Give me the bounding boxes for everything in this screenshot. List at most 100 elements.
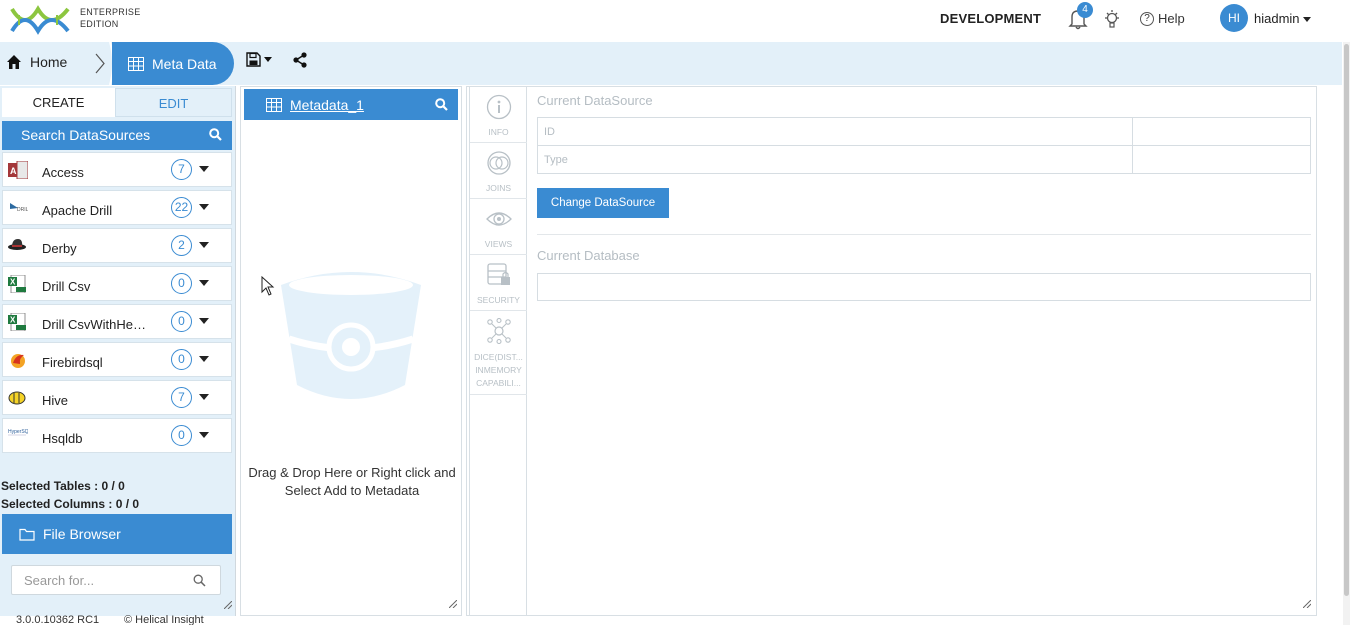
caret-down-icon[interactable] [199,280,209,286]
list-item[interactable]: A Access 7 [2,152,232,187]
search-icon[interactable] [209,128,222,141]
tab-edit[interactable]: EDIT [115,88,232,117]
resize-handle-icon[interactable] [449,600,457,608]
tab-dice-line-1: DICE(DIST... [474,352,523,362]
id-value [1132,117,1311,146]
edition-line-1: ENTERPRISE [80,7,141,17]
list-item[interactable]: X Drill Csv 0 [2,266,232,301]
caret-down-icon[interactable] [199,394,209,400]
caret-down-icon[interactable] [199,166,209,172]
lock-icon [487,263,510,285]
resize-handle-icon[interactable] [224,601,232,609]
network-icon [487,318,511,344]
datasource-count: 0 [171,425,192,446]
save-button[interactable] [246,52,272,67]
table-icon [266,97,282,112]
tab-security[interactable]: SECURITY [470,255,527,311]
search-icon[interactable] [193,574,206,587]
tab-create[interactable]: CREATE [2,88,115,117]
tab-security-label: SECURITY [477,295,520,305]
datasource-name: Access [42,165,84,180]
breadcrumb-meta-data[interactable]: Meta Data [112,42,234,85]
helical-logo[interactable] [10,5,70,35]
help-link[interactable]: ? Help [1140,11,1185,26]
tab-info[interactable]: INFO [470,87,527,143]
datasource-name: Derby [42,241,77,256]
svg-text:X: X [10,278,16,287]
caret-down-icon [1303,17,1312,23]
details-panel: INFO JOINS VIEWS SECURITY DICE(DIST... I… [466,86,1317,616]
tab-views-label: VIEWS [484,239,513,249]
svg-text:A: A [10,166,17,176]
home-icon [7,55,21,69]
breadcrumb-home-label: Home [30,54,68,70]
drop-hint: Drag & Drop Here or Right click and Sele… [241,464,463,500]
datasource-name: Drill CsvWithHeader [42,317,148,332]
scrollbar-thumb[interactable] [1344,44,1349,596]
avatar[interactable]: HI [1220,4,1248,32]
file-browser-button[interactable]: File Browser [2,514,232,554]
list-item[interactable]: X Drill CsvWithHeader 0 [2,304,232,339]
tab-dice[interactable]: DICE(DIST... INMEMORY CAPABILI... [470,311,527,395]
copyright-label: © Helical Insight [124,614,204,625]
user-menu[interactable]: hiadmin [1254,11,1312,26]
username: hiadmin [1254,11,1300,26]
datasource-panel: CREATE EDIT Search DataSources A Access … [0,86,236,616]
search-icon[interactable] [435,98,448,111]
top-header: ENTERPRISE EDITION DEVELOPMENT 4 ? Help … [0,0,1350,42]
tab-joins[interactable]: JOINS [470,143,527,199]
tab-views[interactable]: VIEWS [470,199,527,255]
search-input[interactable] [12,566,182,594]
list-item[interactable]: Derby 2 [2,228,232,263]
file-browser-label: File Browser [43,526,121,542]
tab-dice-line-2: INMEMORY [475,365,522,375]
datasource-name: Apache Drill [42,203,113,218]
selected-tables-count: Selected Tables : 0 / 0 [1,479,125,493]
table-row: ID [537,117,1311,146]
share-icon[interactable] [292,52,308,68]
mouse-cursor-icon [261,276,275,296]
datasource-info-table: ID Type [537,117,1311,174]
list-item[interactable]: HyperSQL Hsqldb 0 [2,418,232,453]
metadata-title[interactable]: Metadata_1 [290,97,364,113]
current-datasource-heading: Current DataSource [537,93,653,108]
caret-down-icon[interactable] [199,242,209,248]
caret-down-icon[interactable] [199,356,209,362]
folder-icon [19,528,35,541]
eye-icon [486,212,512,226]
list-item[interactable]: Hive 7 [2,380,232,415]
svg-text:DRILL: DRILL [17,207,28,213]
search-datasources-bar[interactable]: Search DataSources [2,121,232,150]
edition-label: ENTERPRISE EDITION [80,6,141,30]
datasource-count: 7 [171,387,192,408]
metadata-header[interactable]: Metadata_1 [244,89,458,120]
id-label: ID [537,117,1133,146]
caret-down-icon[interactable] [199,204,209,210]
bucket-icon [281,272,421,399]
divider [537,234,1311,235]
caret-down-icon[interactable] [199,432,209,438]
datasource-name: Hive [42,393,69,408]
side-tab-bar: INFO JOINS VIEWS SECURITY DICE(DIST... I… [469,87,527,615]
lightbulb-icon[interactable] [1103,9,1121,29]
change-datasource-button[interactable]: Change DataSource [537,188,669,218]
breadcrumb-home[interactable]: Home [6,54,67,70]
svg-text:X: X [10,316,16,325]
drill-icon: DRILL [10,203,28,213]
list-item[interactable]: Firebirdsql 0 [2,342,232,377]
datasource-count: 0 [171,349,192,370]
current-database-field [537,273,1311,301]
info-icon [486,94,512,120]
hsqldb-icon: HyperSQL [8,429,28,436]
firebird-icon [11,354,25,368]
datasource-list[interactable]: A Access 7 DRILL Apache Drill 22 Derby 2 [2,152,232,460]
metadata-panel: Metadata_1 Drag & Drop Here or Right cli… [240,86,462,616]
access-icon: A [8,161,28,179]
caret-down-icon[interactable] [199,318,209,324]
breadcrumb-current-label: Meta Data [152,55,217,72]
datasource-count: 0 [171,273,192,294]
search-box[interactable] [11,565,221,595]
list-item[interactable]: DRILL Apache Drill 22 [2,190,232,225]
resize-handle-icon[interactable] [1303,600,1311,608]
current-database-heading: Current Database [537,248,640,263]
